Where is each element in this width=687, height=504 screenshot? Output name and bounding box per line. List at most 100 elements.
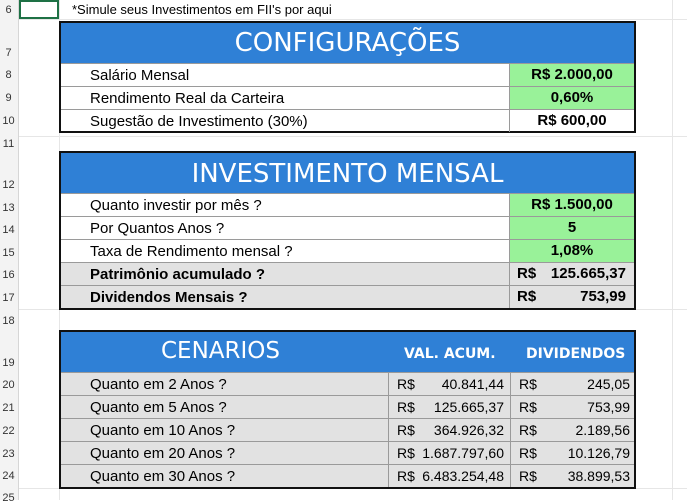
- table-row[interactable]: Quanto em 10 Anos ? R$ 364.926,32 R$ 2.1…: [61, 418, 634, 441]
- currency-symbol: R$: [397, 422, 415, 438]
- table-row[interactable]: Salário Mensal R$ 2.000,00: [61, 63, 634, 86]
- row-number[interactable]: 25: [0, 493, 17, 504]
- currency-symbol: R$: [517, 288, 537, 305]
- row-header-column[interactable]: 6 7 8 9 10 11 12 13 14 15 16 17 18 19 20…: [0, 0, 19, 504]
- table-row[interactable]: Sugestão de Investimento (30%) R$ 600,00: [61, 109, 634, 132]
- config-title: CONFIGURAÇÕES: [61, 23, 634, 63]
- acum-cell[interactable]: R$ 6.483.254,48: [388, 465, 510, 487]
- cenarios-header: CENARIOS VAL. ACUM. DIVIDENDOS: [61, 332, 634, 372]
- config-value[interactable]: 0,60%: [509, 87, 634, 109]
- config-label: Rendimento Real da Carteira: [90, 90, 285, 107]
- row-number[interactable]: 16: [0, 270, 17, 281]
- patrimonio-cell[interactable]: R$ 125.665,37: [509, 263, 634, 285]
- dividendos-cell[interactable]: R$ 2.189,56: [510, 419, 636, 441]
- table-row[interactable]: Por Quantos Anos ? 5: [61, 216, 634, 239]
- investimento-value[interactable]: 1,08%: [509, 240, 634, 262]
- currency-symbol: R$: [519, 376, 537, 392]
- investimento-label: Por Quantos Anos ?: [90, 220, 225, 237]
- row-number[interactable]: 15: [0, 248, 17, 259]
- dividendos-value: 753,99: [580, 288, 626, 305]
- currency-symbol: R$: [397, 445, 415, 461]
- currency-symbol: R$: [397, 376, 415, 392]
- config-label: Salário Mensal: [90, 67, 190, 84]
- patrimonio-label: Patrimônio acumulado ?: [90, 266, 266, 283]
- dividendos-row[interactable]: Dividendos Mensais ? R$ 753,99: [61, 285, 634, 308]
- row-gridline: [18, 19, 687, 20]
- row-number[interactable]: 21: [0, 403, 17, 414]
- row-number[interactable]: 11: [0, 139, 17, 150]
- cenario-label: Quanto em 30 Anos ?: [90, 468, 236, 485]
- row-number[interactable]: 13: [0, 203, 17, 214]
- row-number[interactable]: 10: [0, 116, 17, 127]
- row-number[interactable]: 22: [0, 426, 17, 437]
- table-row[interactable]: Quanto em 5 Anos ? R$ 125.665,37 R$ 753,…: [61, 395, 634, 418]
- acum-cell[interactable]: R$ 364.926,32: [388, 419, 510, 441]
- acum-cell[interactable]: R$ 125.665,37: [388, 396, 510, 418]
- selected-cell[interactable]: [19, 0, 59, 19]
- currency-symbol: R$: [519, 399, 537, 415]
- config-value[interactable]: R$ 600,00: [509, 110, 634, 132]
- config-table: CONFIGURAÇÕES Salário Mensal R$ 2.000,00…: [59, 21, 636, 133]
- table-row[interactable]: Quanto em 2 Anos ? R$ 40.841,44 R$ 245,0…: [61, 372, 634, 395]
- dividendos-label: Dividendos Mensais ?: [90, 289, 248, 306]
- cenarios-title: CENARIOS: [161, 338, 280, 364]
- col-header-acum: VAL. ACUM.: [404, 346, 496, 362]
- dividendos-value: 10.126,79: [567, 445, 630, 461]
- row-number[interactable]: 18: [0, 316, 17, 327]
- row-number[interactable]: 17: [0, 293, 17, 304]
- row-number[interactable]: 12: [0, 180, 17, 191]
- config-label: Sugestão de Investimento (30%): [90, 113, 308, 130]
- investimento-label: Taxa de Rendimento mensal ?: [90, 243, 293, 260]
- acum-value: 364.926,32: [433, 422, 504, 438]
- row-number[interactable]: 7: [0, 48, 17, 59]
- sheet-note[interactable]: *Simule seus Investimentos em FII's por …: [72, 2, 332, 17]
- row-number[interactable]: 9: [0, 93, 17, 104]
- column-divider: [672, 0, 673, 500]
- currency-symbol: R$: [519, 468, 537, 484]
- table-row[interactable]: Quanto em 30 Anos ? R$ 6.483.254,48 R$ 3…: [61, 464, 634, 487]
- row-number[interactable]: 6: [0, 5, 17, 16]
- row-number[interactable]: 20: [0, 380, 17, 391]
- dividendos-cell[interactable]: R$ 245,05: [510, 373, 636, 395]
- row-number[interactable]: 19: [0, 358, 17, 369]
- col-header-dividendos: DIVIDENDOS: [526, 346, 626, 362]
- dividendos-cell[interactable]: R$ 10.126,79: [510, 442, 636, 464]
- table-row[interactable]: Quanto investir por mês ? R$ 1.500,00: [61, 193, 634, 216]
- row-number[interactable]: 24: [0, 471, 17, 482]
- acum-cell[interactable]: R$ 40.841,44: [388, 373, 510, 395]
- currency-symbol: R$: [397, 399, 415, 415]
- dividendos-cell[interactable]: R$ 753,99: [510, 396, 636, 418]
- acum-cell[interactable]: R$ 1.687.797,60: [388, 442, 510, 464]
- row-number[interactable]: 14: [0, 225, 17, 236]
- dividendos-value: 753,99: [587, 399, 630, 415]
- dividendos-cell[interactable]: R$ 38.899,53: [510, 465, 636, 487]
- row-gridline: [18, 136, 687, 137]
- cenario-label: Quanto em 10 Anos ?: [90, 422, 236, 439]
- investimento-value[interactable]: R$ 1.500,00: [509, 194, 634, 216]
- investimento-value[interactable]: 5: [509, 217, 634, 239]
- row-number[interactable]: 8: [0, 70, 17, 81]
- investimento-label: Quanto investir por mês ?: [90, 197, 262, 214]
- investimento-table: INVESTIMENTO MENSAL Quanto investir por …: [59, 151, 636, 310]
- acum-value: 6.483.254,48: [422, 468, 504, 484]
- dividendos-cell[interactable]: R$ 753,99: [509, 286, 634, 308]
- table-row[interactable]: Rendimento Real da Carteira 0,60%: [61, 86, 634, 109]
- table-row[interactable]: Taxa de Rendimento mensal ? 1,08%: [61, 239, 634, 262]
- row-number[interactable]: 23: [0, 449, 17, 460]
- config-value[interactable]: R$ 2.000,00: [509, 64, 634, 86]
- patrimonio-value: 125.665,37: [550, 265, 626, 282]
- acum-value: 40.841,44: [441, 376, 504, 392]
- cenarios-table: CENARIOS VAL. ACUM. DIVIDENDOS Quanto em…: [59, 330, 636, 489]
- cenario-label: Quanto em 20 Anos ?: [90, 445, 236, 462]
- currency-symbol: R$: [517, 265, 537, 282]
- dividendos-value: 38.899,53: [567, 468, 630, 484]
- patrimonio-row[interactable]: Patrimônio acumulado ? R$ 125.665,37: [61, 262, 634, 285]
- investimento-title: INVESTIMENTO MENSAL: [61, 153, 634, 193]
- currency-symbol: R$: [519, 445, 537, 461]
- dividendos-value: 2.189,56: [575, 422, 631, 438]
- currency-symbol: R$: [519, 422, 537, 438]
- currency-symbol: R$: [397, 468, 415, 484]
- cenario-label: Quanto em 2 Anos ?: [90, 376, 227, 393]
- cenario-label: Quanto em 5 Anos ?: [90, 399, 227, 416]
- table-row[interactable]: Quanto em 20 Anos ? R$ 1.687.797,60 R$ 1…: [61, 441, 634, 464]
